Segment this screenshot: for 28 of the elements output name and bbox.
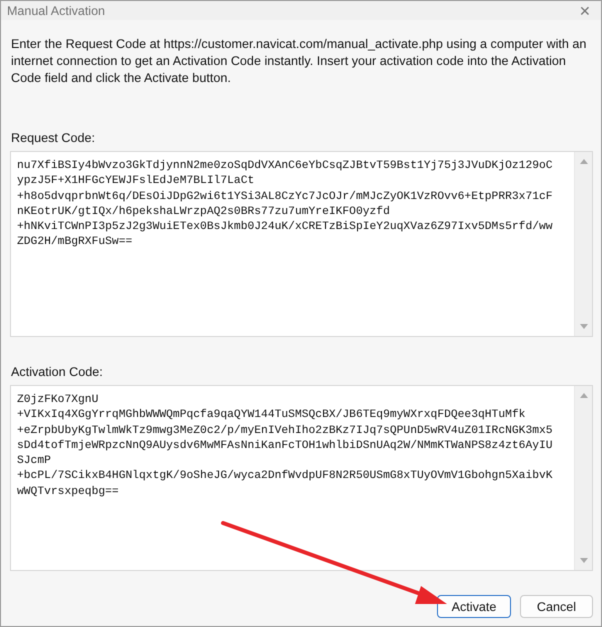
code-line: SJcmP xyxy=(17,454,52,470)
scrollbar[interactable] xyxy=(574,152,592,336)
scroll-up-icon[interactable] xyxy=(580,159,588,164)
scroll-up-icon[interactable] xyxy=(580,393,588,398)
cancel-button[interactable]: Cancel xyxy=(520,595,593,618)
activate-button[interactable]: Activate xyxy=(437,595,511,618)
code-text-area[interactable] xyxy=(10,385,593,571)
field-label: Activation Code: xyxy=(11,365,104,379)
code-line: +hNKviTCWnPI3p5zJ2g3WuiETex0BsJkmb0J24uK/xCRETzBiSpIeY2uqXVaz6Z97Ixv5DMs5rfd/ww xyxy=(17,220,554,236)
code-line: wWQTvrsxpeqbg== xyxy=(17,484,120,500)
scroll-down-icon[interactable] xyxy=(580,324,588,329)
code-line: +eZrpbUbyKgTwlmWkTz9mwg3MeZ0c2/p/myEnIVehIho2zBKz7IJq7sQPUnD5wRV4uZ01IRcNGK3mx5 xyxy=(17,424,554,439)
code-line: nu7XfiBSIy4bWvzo3GkTdjynnN2me0zoSqDdVXAnC6eYbCsqZJBtvT59Bst1Yj75j3JVuDKjOz129oC xyxy=(17,159,554,174)
window-title: Manual Activation xyxy=(7,4,105,18)
scrollbar[interactable] xyxy=(574,386,592,570)
code-line: +bcPL/7SCikxB4HGNlqxtgK/9oSheJG/wyca2DnfWvdpUF8N2R50USmG8xTUyOVmV1Gbohgn5XaibvK xyxy=(17,469,554,484)
scroll-down-icon[interactable] xyxy=(580,558,588,563)
instructions-text: Enter the Request Code at https://customer.navicat.com/manual_activate.php using a computer with an internet connection to get an Activation Code instantly. Insert your activation code into the Activation Code field and click the Activate button. xyxy=(11,36,588,87)
code-line: +VIKxIq4XGgYrrqMGhbWWWQmPqcfa9qaQYW144TuSMSQcBX/JB6TEq9myWXrxqFDQee3qHTuMfk xyxy=(17,408,526,424)
code-line: ZDG2H/mBgRXFuSw== xyxy=(17,235,134,250)
field-label: Request Code: xyxy=(11,131,96,145)
code-line: +h8o5dvqprbnWt6q/DEsOiJDpG2wi6t1YSi3AL8CzYc7JcOJr/mMJcZyOK1VzROvv6+EtpPRR3x71cF xyxy=(17,190,554,205)
code-line: Z0jzFKo7XgnU xyxy=(17,393,100,408)
code-line: sDd4tofTmjeWRpzcNnQ9AUysdv6MwMFAsNniKanFcTOH1whlbiDSnUAq2W/NMmKTWaNPS8z4zt6AyIU xyxy=(17,438,554,454)
close-button[interactable]: ✕ xyxy=(579,2,591,18)
code-line: ypzJ5F+X1HFGcYEWJFslEdJeM7BLIl7LaCt xyxy=(17,174,256,190)
code-line: nKEotrUK/gtIQx/h6pekshaLWrzpAQ2s0BRs77zu7umYreIKFO0yzfd xyxy=(17,204,391,220)
code-text-area[interactable] xyxy=(10,151,593,337)
